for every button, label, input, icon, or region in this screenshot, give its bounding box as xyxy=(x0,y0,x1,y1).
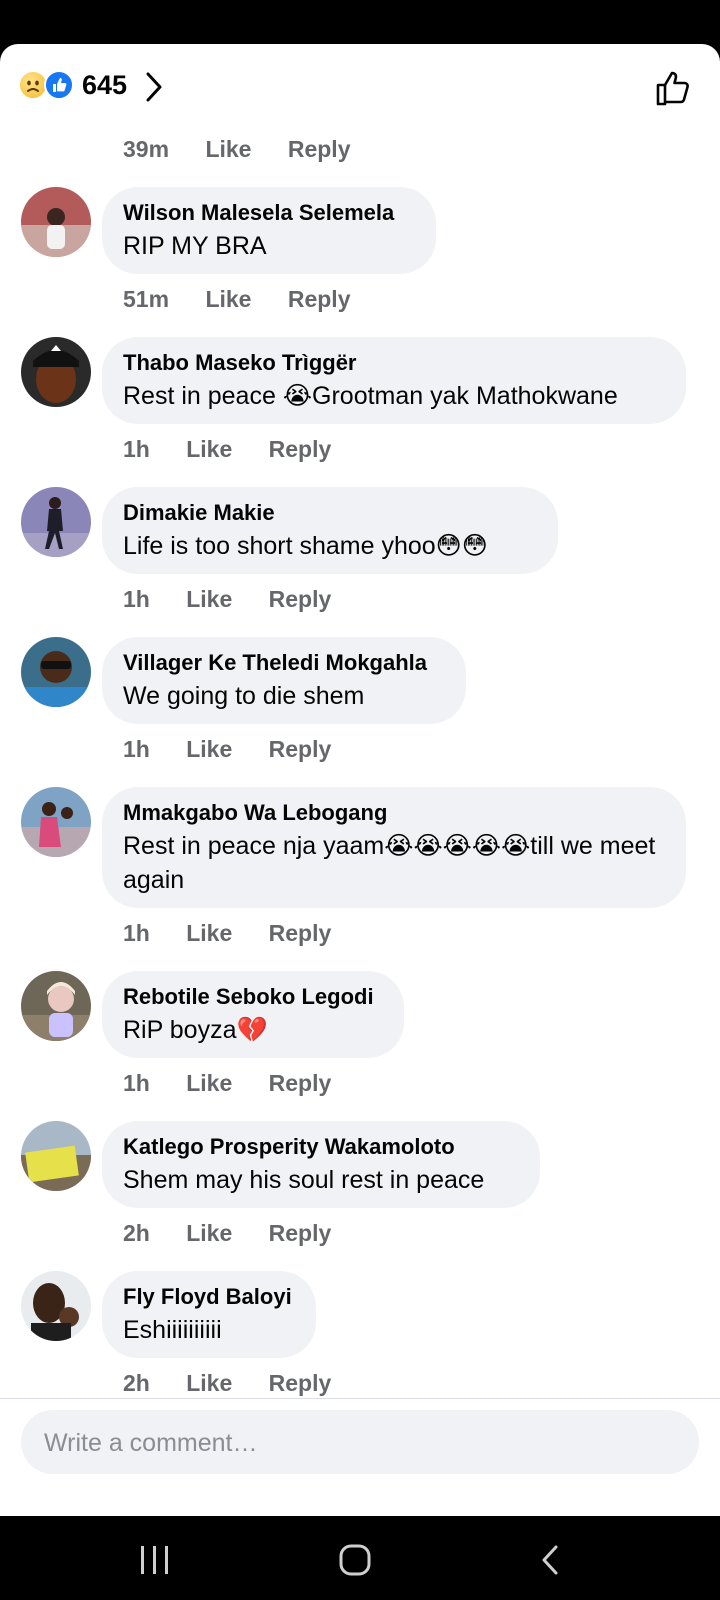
comment-actions: 1h Like Reply xyxy=(123,436,361,466)
comment-bubble[interactable]: Katlego Prosperity Wakamoloto Shem may h… xyxy=(102,1121,540,1208)
like-link[interactable]: Like xyxy=(186,1070,232,1096)
recent-apps-icon[interactable] xyxy=(138,1544,172,1576)
comment-actions: 1h Like Reply xyxy=(123,920,361,950)
commenter-name[interactable]: Villager Ke Theledi Mokgahla xyxy=(123,650,444,676)
avatar[interactable] xyxy=(21,187,91,257)
like-link[interactable]: Like xyxy=(186,586,232,612)
avatar[interactable] xyxy=(21,1271,91,1341)
commenter-name[interactable]: Mmakgabo Wa Lebogang xyxy=(123,800,664,826)
comment-text: Rest in peace nja yaam😭😭😭😭😭till we meet … xyxy=(123,832,656,894)
reply-link[interactable]: Reply xyxy=(269,736,332,762)
comment-text: RIP MY BRA xyxy=(123,232,267,260)
reply-link[interactable]: Reply xyxy=(269,586,332,612)
reply-link[interactable]: Reply xyxy=(269,1070,332,1096)
like-link[interactable]: Like xyxy=(205,286,251,312)
comments-sheet: 645 39m Like Reply Wilson Malesela Selem… xyxy=(0,44,720,1516)
comment-time: 2h xyxy=(123,1370,150,1396)
comment-time: 1h xyxy=(123,586,150,612)
avatar[interactable] xyxy=(21,1121,91,1191)
reaction-summary[interactable] xyxy=(18,70,78,102)
avatar[interactable] xyxy=(21,487,91,557)
comment-bubble[interactable]: Mmakgabo Wa Lebogang Rest in peace nja y… xyxy=(102,787,686,908)
comment-actions: 1h Like Reply xyxy=(123,736,361,766)
reply-link[interactable]: Reply xyxy=(269,436,332,462)
avatar[interactable] xyxy=(21,971,91,1041)
like-link[interactable]: Like xyxy=(186,1220,232,1246)
avatar[interactable] xyxy=(21,637,91,707)
reaction-count[interactable]: 645 xyxy=(82,70,127,101)
comment-text: Eshiiiiiiiiii xyxy=(123,1316,222,1344)
reply-link[interactable]: Reply xyxy=(269,920,332,946)
comment-bubble[interactable]: Villager Ke Theledi Mokgahla We going to… xyxy=(102,637,466,724)
comment-time: 1h xyxy=(123,736,150,762)
commenter-name[interactable]: Thabo Maseko Trìggër xyxy=(123,350,664,376)
composer-divider xyxy=(0,1398,720,1399)
comment-text: Rest in peace 😭Grootman yak Mathokwane xyxy=(123,382,618,410)
reactions-header: 645 xyxy=(0,44,720,128)
chevron-right-icon[interactable] xyxy=(144,70,164,104)
like-link[interactable]: Like xyxy=(186,736,232,762)
home-icon[interactable] xyxy=(338,1543,372,1577)
comment-time: 2h xyxy=(123,1220,150,1246)
comment-actions: 39m Like Reply xyxy=(123,136,381,166)
comment-text: Life is too short shame yhoo😳😳 xyxy=(123,532,488,560)
comment-time: 1h xyxy=(123,920,150,946)
comment-actions: 51m Like Reply xyxy=(123,286,381,316)
comment-text: RiP boyza💔 xyxy=(123,1016,268,1044)
avatar[interactable] xyxy=(21,337,91,407)
comment-time: 1h xyxy=(123,1070,150,1096)
comment-actions: 1h Like Reply xyxy=(123,1070,361,1100)
like-link[interactable]: Like xyxy=(186,1370,232,1396)
back-icon[interactable] xyxy=(538,1544,562,1576)
like-reaction-icon xyxy=(44,70,74,100)
comment-bubble[interactable]: Fly Floyd Baloyi Eshiiiiiiiiii xyxy=(102,1271,316,1358)
comment-actions: 2h Like Reply xyxy=(123,1220,361,1250)
comment-actions: 2h Like Reply xyxy=(123,1370,361,1400)
comment-input[interactable] xyxy=(42,1410,666,1476)
comment-text: Shem may his soul rest in peace xyxy=(123,1166,485,1194)
reply-link[interactable]: Reply xyxy=(288,136,351,162)
like-link[interactable]: Like xyxy=(186,920,232,946)
thumbs-up-icon[interactable] xyxy=(654,68,694,108)
comment-composer[interactable] xyxy=(21,1410,699,1476)
comment-time: 1h xyxy=(123,436,150,462)
comment-actions: 1h Like Reply xyxy=(123,586,361,616)
commenter-name[interactable]: Katlego Prosperity Wakamoloto xyxy=(123,1134,518,1160)
comment-time: 39m xyxy=(123,136,170,162)
commenter-name[interactable]: Rebotile Seboko Legodi xyxy=(123,984,382,1010)
like-link[interactable]: Like xyxy=(186,436,232,462)
comment-bubble[interactable]: Thabo Maseko Trìggër Rest in peace 😭Groo… xyxy=(102,337,686,424)
reply-link[interactable]: Reply xyxy=(269,1220,332,1246)
comment-bubble[interactable]: Dimakie Makie Life is too short shame yh… xyxy=(102,487,558,574)
system-nav-bar xyxy=(0,1516,720,1600)
reply-link[interactable]: Reply xyxy=(269,1370,332,1396)
commenter-name[interactable]: Wilson Malesela Selemela xyxy=(123,200,414,226)
reply-link[interactable]: Reply xyxy=(288,286,351,312)
comment-text: We going to die shem xyxy=(123,682,365,710)
comment-time: 51m xyxy=(123,286,170,312)
comment-bubble[interactable]: Wilson Malesela Selemela RIP MY BRA xyxy=(102,187,436,274)
commenter-name[interactable]: Dimakie Makie xyxy=(123,500,536,526)
like-link[interactable]: Like xyxy=(205,136,251,162)
commenter-name[interactable]: Fly Floyd Baloyi xyxy=(123,1284,294,1310)
avatar[interactable] xyxy=(21,787,91,857)
comment-bubble[interactable]: Rebotile Seboko Legodi RiP boyza💔 xyxy=(102,971,404,1058)
